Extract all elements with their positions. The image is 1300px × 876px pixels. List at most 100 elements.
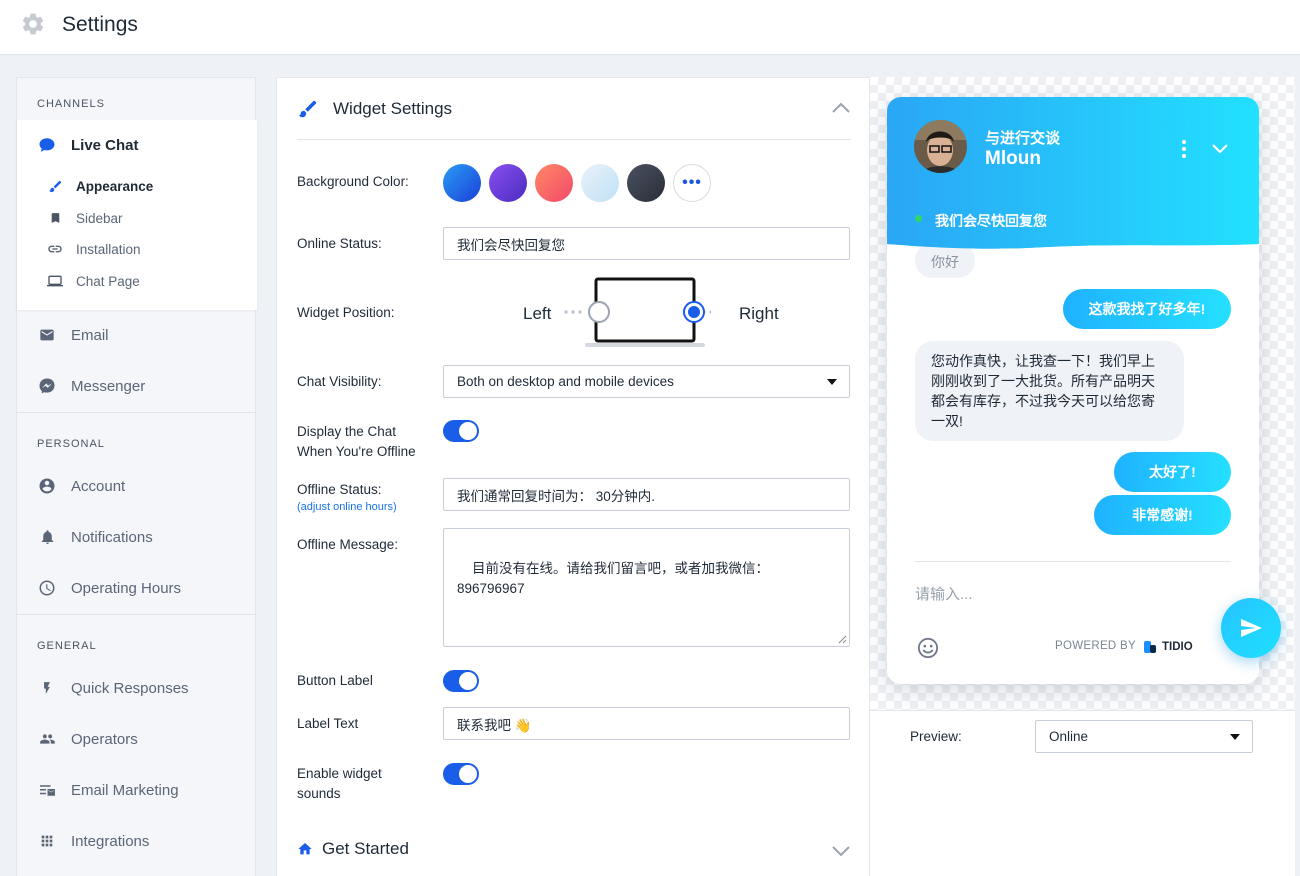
tidio-logo-icon	[1144, 641, 1156, 653]
textarea-value: 目前没有在线。请给我们留言吧，或者加我微信： 896796967	[457, 561, 770, 596]
sidebar-item-notifications[interactable]: Notifications	[17, 517, 257, 557]
sidebar-item-account[interactable]: Account	[17, 466, 257, 506]
sidebar-item-label: Sidebar	[76, 210, 123, 226]
sidebar-item-label: Operators	[71, 730, 138, 748]
messenger-icon	[37, 376, 57, 396]
operator-avatar	[914, 120, 967, 173]
message-visitor: 太好了!	[1114, 452, 1231, 492]
sidebar-item-messenger[interactable]: Messenger	[17, 366, 257, 406]
sidebar-item-label: Messenger	[71, 377, 146, 395]
top-bar: Settings	[0, 0, 1300, 55]
preview-select[interactable]: Online	[1035, 720, 1253, 753]
sidebar-item-integrations[interactable]: Integrations	[17, 821, 257, 861]
send-button[interactable]	[1221, 598, 1281, 658]
offline-status-label: Offline Status: (adjust online hours)	[297, 480, 397, 514]
sidebar-item-label: Installation	[76, 241, 141, 257]
message-visitor: 非常感谢!	[1094, 495, 1231, 535]
tidio-brand: TIDIO	[1142, 639, 1193, 655]
brush-icon	[298, 100, 317, 118]
sidebar-item-installation[interactable]: Installation	[17, 235, 257, 263]
color-swatch-dark[interactable]	[627, 164, 665, 202]
message-visitor: 这款我找了好多年!	[1063, 289, 1231, 329]
sidebar-item-email-marketing[interactable]: Email Marketing	[17, 770, 257, 810]
minimize-chevron-icon[interactable]	[1211, 143, 1229, 155]
sidebar: CHANNELS Live Chat Appearance Sidebar In…	[16, 77, 257, 876]
bookmark-icon	[47, 210, 63, 226]
color-swatch-light-blue[interactable]	[581, 164, 619, 202]
toggle-knob	[459, 422, 477, 440]
toggle-knob	[459, 765, 477, 783]
link-icon	[47, 241, 63, 257]
online-status-label: Online Status:	[297, 236, 382, 251]
chevron-up-icon[interactable]	[831, 100, 851, 116]
sidebar-item-quick-responses[interactable]: Quick Responses	[17, 668, 257, 708]
grid-icon	[37, 831, 57, 851]
offline-message-label: Offline Message:	[297, 537, 399, 552]
adjust-online-hours-link[interactable]: (adjust online hours)	[297, 500, 397, 514]
sidebar-item-operators[interactable]: Operators	[17, 719, 257, 759]
brush-icon	[47, 178, 63, 194]
sidebar-item-label: Operating Hours	[71, 579, 182, 597]
chat-visibility-label: Chat Visibility:	[297, 374, 382, 389]
online-status-input[interactable]: 我们会尽快回复您	[443, 227, 850, 260]
sidebar-item-chat-page[interactable]: Chat Page	[17, 267, 257, 295]
get-started-header[interactable]: Get Started	[297, 836, 851, 866]
bell-icon	[37, 527, 57, 547]
sidebar-item-email[interactable]: Email	[17, 315, 257, 355]
people-icon	[37, 729, 57, 749]
section-label-personal: PERSONAL	[37, 438, 105, 450]
display-offline-toggle[interactable]	[443, 420, 479, 442]
widget-settings-panel: Widget Settings Background Color: ••• On…	[276, 77, 870, 876]
label-text-input[interactable]: 联系我吧 👋	[443, 707, 850, 740]
sidebar-item-appearance[interactable]: Appearance	[17, 172, 257, 200]
sidebar-divider	[17, 614, 257, 615]
color-swatch-blue[interactable]	[443, 164, 481, 202]
chat-bubble-icon	[37, 135, 57, 155]
toggle-knob	[459, 672, 477, 690]
display-offline-label: Display the Chat When You're Offline	[297, 424, 416, 459]
sidebar-item-label: Quick Responses	[71, 679, 189, 697]
background-color-label: Background Color:	[297, 174, 409, 189]
position-right-radio[interactable]	[682, 300, 706, 324]
chat-widget-preview: 与进行交谈 Mloun 我们会尽快回复您 你好 这款我找了好多年! 您动作真快，…	[887, 97, 1259, 684]
chat-visibility-select[interactable]: Both on desktop and mobile devices	[443, 365, 850, 398]
chevron-down-icon[interactable]	[831, 844, 851, 858]
caret-down-icon	[827, 379, 837, 385]
sidebar-item-label: Live Chat	[71, 136, 139, 154]
sidebar-item-sidebar[interactable]: Sidebar	[17, 204, 257, 232]
widget-settings-header[interactable]: Widget Settings	[297, 78, 851, 140]
color-swatch-purple[interactable]	[489, 164, 527, 202]
message-input[interactable]: 请输入...	[915, 583, 973, 604]
offline-status-input[interactable]: 我们通常回复时间为： 30分钟内.	[443, 478, 850, 511]
account-icon	[37, 476, 57, 496]
resize-grip-icon[interactable]	[838, 635, 847, 644]
widget-sounds-toggle[interactable]	[443, 763, 479, 785]
envelope-icon	[37, 325, 57, 345]
sidebar-item-label: Appearance	[76, 178, 154, 194]
page-title: Settings	[62, 13, 138, 36]
section-label-general: GENERAL	[37, 640, 97, 652]
powered-by-text: POWERED BY	[1055, 640, 1136, 652]
caret-down-icon	[1230, 734, 1240, 740]
more-colors-button[interactable]: •••	[673, 164, 711, 202]
offline-status-text: Offline Status:	[297, 482, 382, 497]
widget-divider	[915, 561, 1231, 562]
sidebar-item-label: Email Marketing	[71, 781, 179, 799]
sidebar-item-live-chat[interactable]: Live Chat	[17, 125, 257, 165]
gear-icon	[22, 13, 44, 35]
widget-name-line2: Mloun	[985, 148, 1041, 169]
widget-name-line1: 与进行交谈	[985, 130, 1061, 147]
emoji-icon[interactable]	[917, 637, 939, 659]
preview-label: Preview:	[910, 729, 962, 744]
offline-message-textarea[interactable]: 目前没有在线。请给我们留言吧，或者加我微信： 896796967	[443, 528, 850, 647]
message-operator: 您动作真快，让我查一下！我们早上刚刚收到了一大批货。所有产品明天都会有库存，不过…	[915, 341, 1184, 441]
brand-name: TIDIO	[1162, 641, 1193, 653]
sidebar-item-label: Notifications	[71, 528, 153, 546]
button-label-toggle[interactable]	[443, 670, 479, 692]
sidebar-item-operating-hours[interactable]: Operating Hours	[17, 568, 257, 608]
color-swatch-coral[interactable]	[535, 164, 573, 202]
position-left-radio[interactable]	[587, 300, 611, 324]
email-marketing-icon	[37, 780, 57, 800]
more-options-icon[interactable]	[1180, 139, 1188, 159]
sidebar-item-label: Integrations	[71, 832, 150, 850]
